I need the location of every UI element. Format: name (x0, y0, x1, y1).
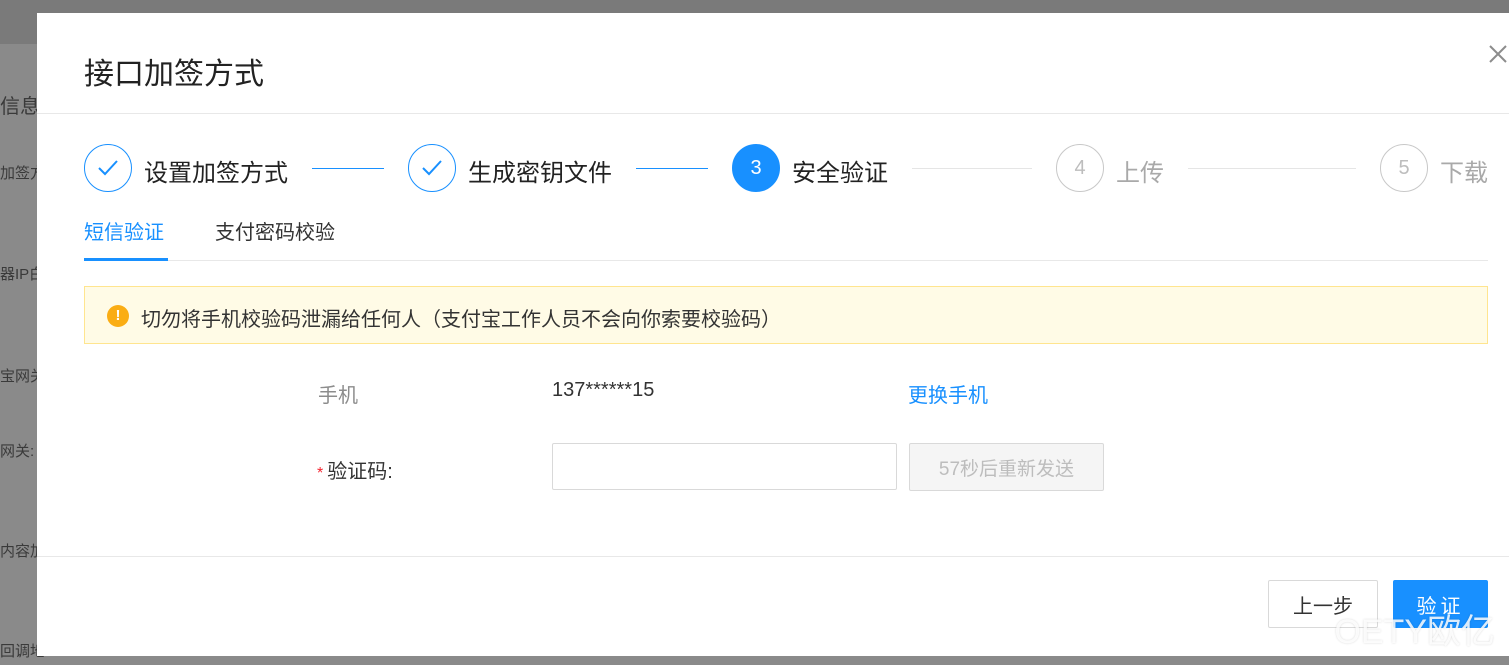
exclamation-circle-icon: ! (107, 305, 129, 327)
close-icon (1489, 45, 1507, 63)
step-circle (408, 144, 456, 192)
step-connector (912, 168, 1032, 169)
step-connector (312, 168, 384, 169)
step-title: 设置加签方式 (144, 160, 288, 187)
step-circle: 3 (732, 144, 780, 192)
phone-label: 手机 (318, 385, 358, 407)
check-icon (422, 160, 442, 176)
watermark: OETY欧亿 (1334, 613, 1495, 651)
required-mark: * (317, 465, 324, 482)
steps-bar: 设置加签方式 生成密钥文件 3 安全验证 4 上传 5 下载 (84, 143, 1488, 193)
close-button[interactable] (1487, 41, 1509, 67)
step-title: 上传 (1116, 160, 1164, 187)
step-circle: 5 (1380, 144, 1428, 192)
tab-active-indicator (84, 258, 168, 261)
step-title: 安全验证 (792, 160, 888, 187)
modal-footer: 上一步 验证 (37, 556, 1509, 656)
change-phone-link[interactable]: 更换手机 (908, 379, 988, 408)
step-generate-key-file: 生成密钥文件 (408, 143, 638, 193)
step-upload: 4 上传 (1056, 143, 1176, 193)
tab-pay-password[interactable]: 支付密码校验 (215, 216, 335, 245)
code-label-wrapper: * 验证码: (317, 455, 393, 484)
step-title: 生成密钥文件 (468, 160, 612, 187)
signing-method-modal: 接口加签方式 设置加签方式 生成密钥文件 3 安全验证 4 上传 5 下载 短信… (37, 13, 1509, 656)
step-circle (84, 144, 132, 192)
verification-code-input[interactable] (552, 443, 897, 490)
step-title: 下载 (1440, 160, 1488, 187)
step-connector (636, 168, 708, 169)
resend-code-button[interactable]: 57秒后重新发送 (909, 443, 1104, 491)
alert-text: 切勿将手机校验码泄漏给任何人（支付宝工作人员不会向你索要校验码） (141, 309, 781, 331)
step-download: 5 下载 (1380, 143, 1488, 193)
step-security-verification: 3 安全验证 (732, 143, 902, 193)
code-label: 验证码: (327, 461, 393, 483)
step-connector (1188, 168, 1356, 169)
background-label: 信息 (0, 96, 40, 118)
background-label: 网关: (0, 443, 35, 460)
phone-value: 137******15 (552, 379, 655, 401)
check-icon (98, 160, 118, 176)
tab-sms-verification[interactable]: 短信验证 (84, 216, 164, 245)
modal-title: 接口加签方式 (84, 58, 264, 91)
warning-alert: ! 切勿将手机校验码泄漏给任何人（支付宝工作人员不会向你索要校验码） (84, 286, 1488, 344)
step-set-signing-method: 设置加签方式 (84, 143, 314, 193)
verification-tabs: 短信验证 支付密码校验 (84, 210, 1488, 261)
step-circle: 4 (1056, 144, 1104, 192)
modal-header: 接口加签方式 (37, 13, 1509, 114)
